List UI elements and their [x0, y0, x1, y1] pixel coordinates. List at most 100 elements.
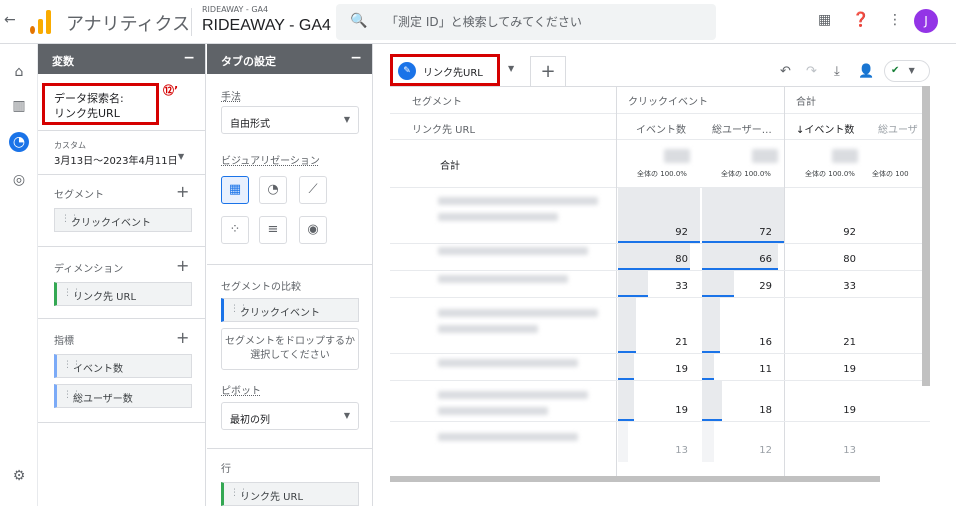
table-viz-icon[interactable]: ▦ — [221, 176, 249, 204]
blurred-total-value — [832, 149, 858, 163]
settings-gear-icon[interactable]: ⚙ — [9, 466, 29, 486]
download-icon[interactable]: ⤓ — [834, 64, 840, 79]
blurred-dimension-value — [438, 275, 568, 283]
vertical-scrollbar[interactable] — [922, 86, 930, 386]
row-divider — [390, 270, 930, 271]
metric-chip[interactable]: ⋮⋮ 総ユーザー数 — [54, 384, 192, 408]
segment-comparison-chip[interactable]: ⋮⋮ クリックイベント — [221, 298, 359, 322]
divider — [207, 264, 373, 265]
left-nav: ⌂ ▥ ◔ ◎ ⚙ — [0, 44, 38, 506]
add-tab-button[interactable]: + — [530, 56, 566, 86]
cell-value: 21 — [843, 337, 856, 348]
segment-drop-zone[interactable]: セグメントをドロップするか選択してください — [221, 328, 359, 370]
search-bar[interactable]: 🔍 「測定 ID」と検索してみてください — [336, 4, 716, 40]
property-selector[interactable]: RIDEAWAY - GA4 — [202, 17, 331, 35]
tab-settings-panel-header: タブの設定 − — [207, 44, 372, 74]
technique-label: 手法 — [221, 92, 241, 103]
pivot-label: ピボット — [221, 386, 261, 397]
cell-value: 21 — [675, 337, 688, 348]
help-icon[interactable]: ❓ — [852, 12, 869, 28]
date-type-label: カスタム — [54, 141, 86, 150]
property-account[interactable]: RIDEAWAY - GA4 — [202, 5, 268, 14]
drag-handle-icon[interactable]: ⋮⋮ — [63, 390, 81, 400]
cell-value: 12 — [759, 445, 772, 456]
drag-handle-icon[interactable]: ⋮⋮ — [63, 288, 81, 298]
bar-chart-icon[interactable]: ≡ — [259, 216, 287, 244]
metric-header-events-sorted[interactable]: ↓イベント数 — [796, 121, 854, 136]
donut-chart-icon[interactable]: ◔ — [259, 176, 287, 204]
segment-chip-label: クリックイベント — [71, 218, 151, 229]
cell-value: 92 — [675, 227, 688, 238]
blurred-total-value — [752, 149, 778, 163]
add-metric-button[interactable]: + — [176, 328, 189, 347]
check-circle-icon: ✔ — [891, 65, 900, 76]
drag-handle-icon[interactable]: ⋮⋮ — [63, 360, 81, 370]
user-bar-row7 — [702, 422, 714, 462]
collapse-tab-settings-button[interactable]: − — [350, 50, 362, 66]
reports-icon[interactable]: ▥ — [9, 96, 29, 116]
search-placeholder[interactable]: 「測定 ID」と検索してみてください — [386, 13, 582, 30]
chevron-down-icon: ▼ — [908, 66, 915, 75]
date-dropdown-caret-icon[interactable]: ▼ — [178, 152, 184, 161]
drag-handle-icon[interactable]: ⋮⋮ — [61, 214, 79, 224]
event-bar-row5 — [618, 354, 634, 380]
event-bar-row4 — [618, 298, 636, 353]
cell-value: 19 — [675, 364, 688, 375]
back-arrow-icon[interactable]: ← — [4, 12, 16, 28]
event-bar-row7 — [618, 422, 628, 462]
pencil-icon[interactable]: ✎ — [398, 62, 416, 80]
scatter-plot-icon[interactable]: ⁘ — [221, 216, 249, 244]
variables-panel-title: 変数 — [52, 55, 74, 68]
metric-header-users-total[interactable]: 総ユーザ — [878, 121, 918, 136]
row-divider — [390, 139, 930, 140]
technique-select[interactable]: 自由形式 ▼ — [221, 106, 359, 134]
apps-grid-icon[interactable]: ▦ — [818, 12, 831, 28]
row-divider — [390, 380, 930, 381]
dimension-column-header[interactable]: リンク先 URL — [412, 121, 475, 136]
blurred-dimension-value — [438, 407, 548, 415]
percent-of-total: 全体の 100.0% — [805, 170, 855, 178]
redo-icon[interactable]: ↷ — [806, 64, 817, 79]
rows-chip[interactable]: ⋮⋮ リンク先 URL — [221, 482, 359, 506]
tab-link-url[interactable]: ✎ リンク先URL — [390, 54, 500, 86]
annotation-number: ⑫’ — [163, 84, 179, 97]
add-segment-button[interactable]: + — [176, 182, 189, 201]
cell-value: 80 — [843, 254, 856, 265]
cell-value: 18 — [759, 405, 772, 416]
line-chart-icon[interactable]: ⟋ — [299, 176, 327, 204]
undo-icon[interactable]: ↶ — [780, 64, 791, 79]
dimension-chip[interactable]: ⋮⋮ リンク先 URL — [54, 282, 192, 306]
tab-menu-chevron-icon[interactable]: ▼ — [508, 64, 514, 73]
horizontal-scrollbar[interactable] — [390, 476, 880, 482]
more-vert-icon[interactable]: ⋮ — [888, 12, 902, 28]
divider — [207, 448, 373, 449]
drag-handle-icon[interactable]: ⋮⋮ — [230, 304, 248, 314]
cell-value: 13 — [843, 445, 856, 456]
add-dimension-button[interactable]: + — [176, 256, 189, 275]
status-pill[interactable]: ✔ ▼ — [884, 60, 930, 82]
divider — [38, 318, 206, 319]
metric-chip[interactable]: ⋮⋮ イベント数 — [54, 354, 192, 378]
row-divider — [390, 113, 930, 114]
drag-handle-icon[interactable]: ⋮⋮ — [230, 488, 248, 498]
date-range-value[interactable]: 3月13日～2023年4月11日 — [54, 152, 178, 167]
collapse-variables-button[interactable]: − — [183, 50, 195, 66]
segment-chip[interactable]: ⋮⋮ クリックイベント — [54, 208, 192, 232]
explore-icon[interactable]: ◔ — [9, 132, 29, 152]
event-bar-row6 — [618, 381, 634, 421]
pivot-select[interactable]: 最初の列 ▼ — [221, 402, 359, 430]
segment-column-header: セグメント — [412, 97, 462, 108]
tab-bar: ✎ リンク先URL ▼ + ↶ ↷ ⤓ 👤 ✔ ▼ — [390, 52, 956, 86]
annotation-highlight-box — [42, 83, 159, 125]
geo-map-icon[interactable]: ◉ — [299, 216, 327, 244]
metric-header-users[interactable]: 総ユーザー… — [712, 121, 772, 136]
percent-of-total: 全体の 100.0% — [721, 170, 771, 178]
divider — [38, 130, 206, 131]
home-icon[interactable]: ⌂ — [9, 62, 29, 82]
metric-header-events[interactable]: イベント数 — [636, 121, 686, 136]
advertising-icon[interactable]: ◎ — [9, 170, 29, 190]
rows-label: 行 — [221, 464, 231, 475]
avatar[interactable]: J — [914, 9, 938, 33]
share-user-icon[interactable]: 👤 — [858, 64, 874, 79]
blurred-dimension-value — [438, 359, 578, 367]
